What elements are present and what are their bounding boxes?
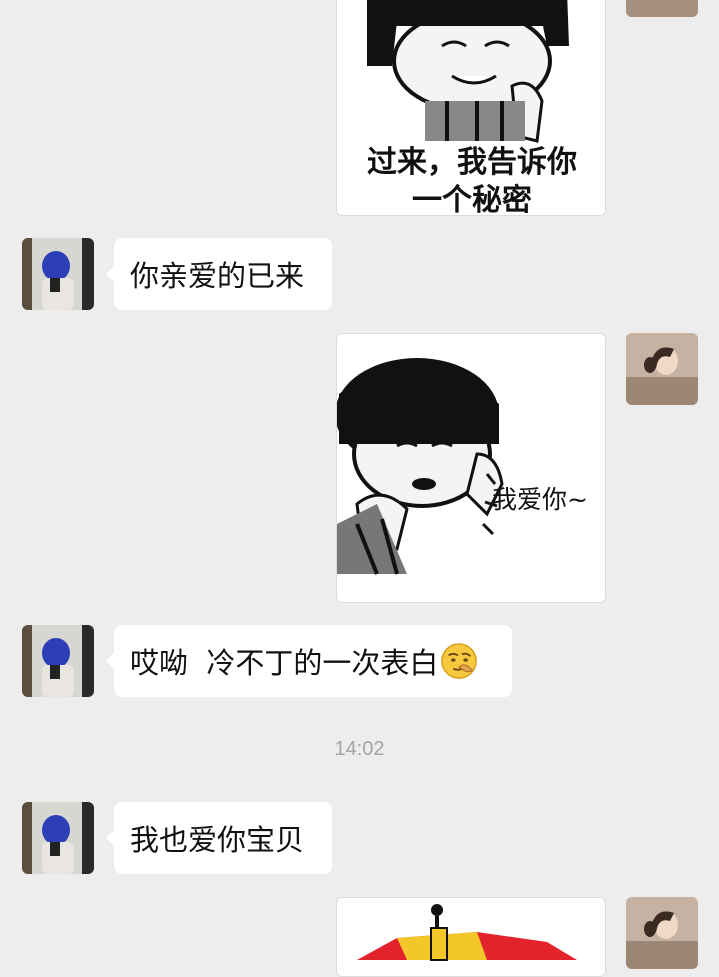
sticker-caption-line2: 一个秘密 bbox=[412, 183, 532, 216]
my-avatar[interactable] bbox=[626, 333, 698, 405]
sticker-love-you[interactable]: 我爱你~ bbox=[336, 333, 606, 603]
timestamp: 14:02 bbox=[334, 738, 385, 760]
woman-portrait-icon bbox=[626, 897, 698, 969]
message-text: 我也爱你宝贝 bbox=[130, 823, 305, 857]
message-text: 你亲爱的已来 bbox=[130, 259, 305, 293]
sticker-caption: 我爱你~ bbox=[492, 485, 588, 514]
person-mirror-selfie-icon bbox=[22, 238, 94, 310]
contact-avatar[interactable] bbox=[22, 238, 94, 310]
message-bubble-incoming[interactable]: 哎呦 冷不丁的一次表白 bbox=[106, 625, 512, 697]
sticker-secret[interactable]: 过来，我告诉你 一个秘密 bbox=[336, 0, 606, 216]
my-avatar[interactable] bbox=[626, 897, 698, 969]
sticker-partial[interactable] bbox=[336, 897, 606, 977]
meme-face-image bbox=[337, 358, 504, 575]
contact-avatar[interactable] bbox=[22, 625, 94, 697]
woman-portrait-icon bbox=[626, 0, 698, 17]
person-mirror-selfie-icon bbox=[22, 802, 94, 874]
smirking-face-emoji-icon bbox=[441, 643, 478, 679]
woman-portrait-icon bbox=[626, 333, 698, 405]
message-bubble-incoming[interactable]: 你亲爱的已来 bbox=[106, 238, 332, 310]
message-text: 哎呦 冷不丁的一次表白 bbox=[130, 646, 439, 680]
person-mirror-selfie-icon bbox=[22, 625, 94, 697]
festive-sticker-image bbox=[357, 904, 577, 961]
contact-avatar[interactable] bbox=[22, 802, 94, 874]
message-bubble-incoming[interactable]: 我也爱你宝贝 bbox=[106, 802, 332, 874]
my-avatar[interactable] bbox=[626, 0, 698, 17]
